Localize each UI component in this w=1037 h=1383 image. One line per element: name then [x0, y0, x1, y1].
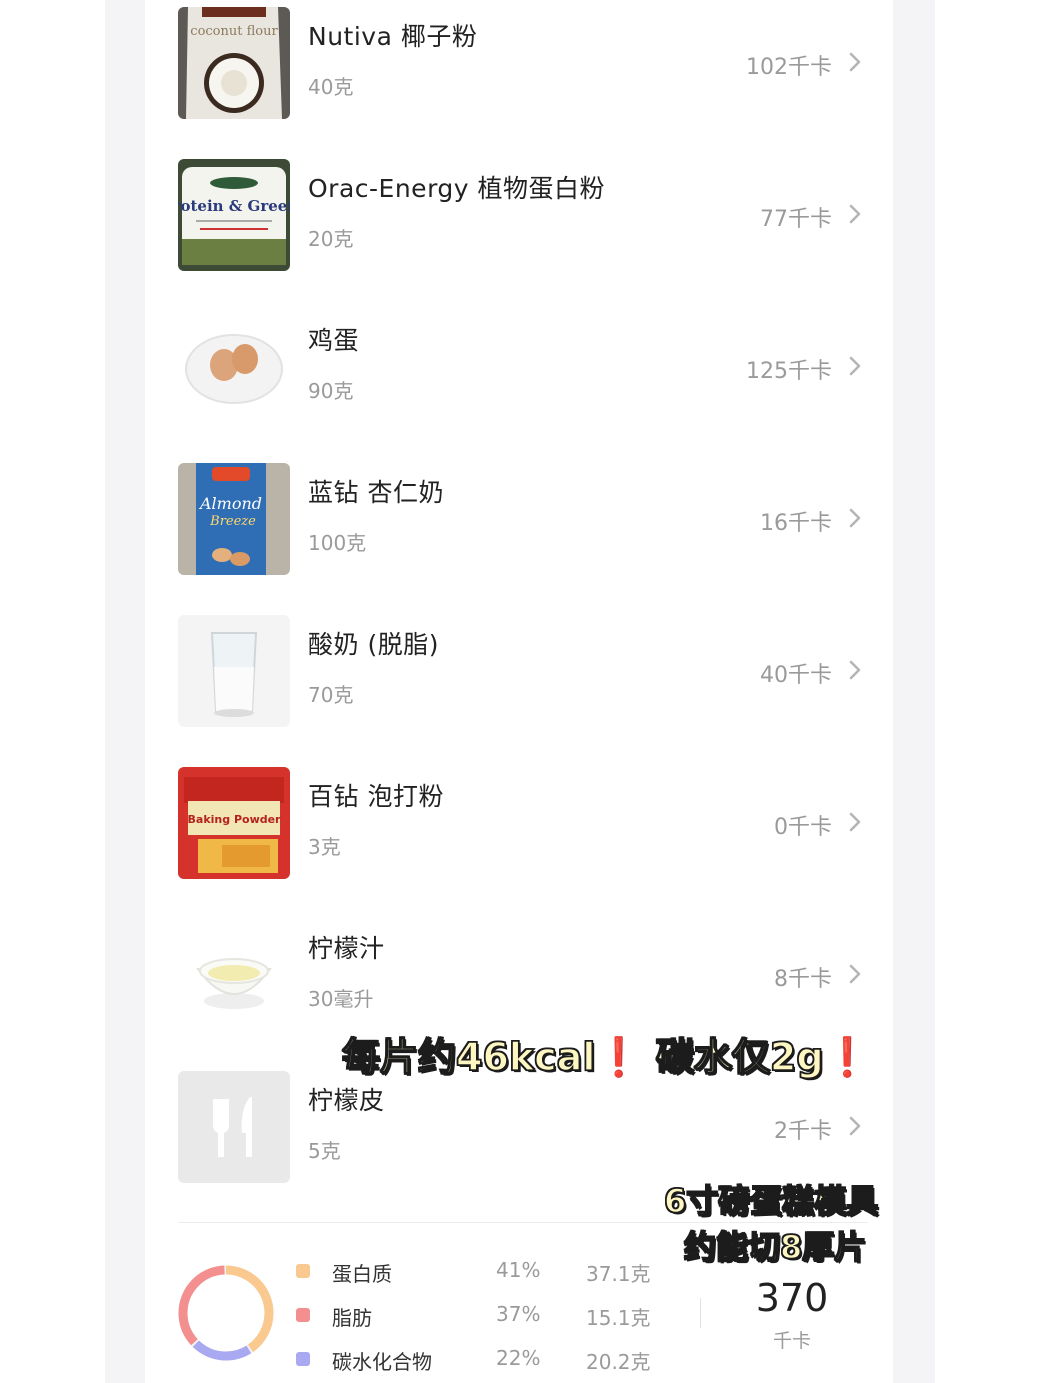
macro-grams: 20.2克	[586, 1350, 651, 1374]
svg-text:coconut flour: coconut flour	[190, 24, 278, 39]
overlay-slice-count: 约能切8厚片	[683, 1227, 867, 1267]
macro-percent: 37%	[496, 1302, 541, 1326]
baking-powder-thumbnail: Baking Powder	[178, 767, 290, 879]
food-amount: 100克	[308, 531, 367, 555]
food-name: 鸡蛋	[308, 326, 360, 355]
summary-divider	[178, 1222, 868, 1223]
total-calories-unit: 千卡	[772, 1330, 811, 1352]
left-gutter	[105, 0, 145, 1383]
macro-row-fat: 脂肪 37% 15.1克	[296, 1301, 696, 1331]
food-amount: 5克	[308, 1139, 341, 1163]
food-name: 百钻 泡打粉	[308, 782, 444, 811]
macro-name: 脂肪	[332, 1306, 372, 1330]
food-name: 柠檬皮	[308, 1086, 385, 1115]
food-row-lemon-zest[interactable]: 柠檬皮 5克 2千卡	[178, 1071, 868, 1183]
protein-powder-thumbnail: Protein & Greens	[178, 159, 290, 271]
food-calories: 40千卡	[760, 663, 832, 688]
food-row-coconut-flour[interactable]: coconut flour Nutiva 椰子粉 40克 102千卡	[178, 7, 868, 119]
macro-percent: 22%	[496, 1346, 541, 1370]
overlay-mold-size: 6寸磅蛋糕模具	[663, 1181, 879, 1221]
food-amount: 40克	[308, 75, 354, 99]
macro-donut-chart	[178, 1265, 274, 1361]
macro-name: 蛋白质	[332, 1262, 392, 1286]
food-amount: 30毫升	[308, 987, 374, 1011]
svg-text:Breeze: Breeze	[209, 514, 256, 529]
svg-text:Baking Powder: Baking Powder	[188, 813, 282, 826]
food-amount: 70克	[308, 683, 354, 707]
food-name: Orac-Energy 植物蛋白粉	[308, 174, 606, 203]
eggs-thumbnail	[178, 311, 290, 423]
lemon-juice-thumbnail	[178, 919, 290, 1031]
food-name: 柠檬汁	[308, 934, 385, 963]
chevron-right-icon	[849, 1116, 861, 1136]
macro-row-protein: 蛋白质 41% 37.1克	[296, 1257, 696, 1287]
chevron-right-icon	[849, 356, 861, 376]
food-name: Nutiva 椰子粉	[308, 22, 478, 51]
exclamation-icon: ❗	[595, 1035, 643, 1079]
food-calories: 2千卡	[774, 1119, 832, 1144]
chevron-right-icon	[849, 660, 861, 680]
fat-color-swatch	[296, 1308, 310, 1322]
total-calories: 370	[755, 1276, 829, 1320]
yogurt-thumbnail	[178, 615, 290, 727]
svg-text:Protein & Greens: Protein & Greens	[178, 197, 290, 215]
macro-name: 碳水化合物	[332, 1350, 432, 1374]
macro-grams: 15.1克	[586, 1306, 651, 1330]
food-row-protein-powder[interactable]: Protein & Greens Orac-Energy 植物蛋白粉 20克 7…	[178, 159, 868, 271]
coconut-flour-thumbnail: coconut flour	[178, 7, 290, 119]
chevron-right-icon	[849, 204, 861, 224]
macro-row-carbs: 碳水化合物 22% 20.2克	[296, 1345, 696, 1375]
protein-color-swatch	[296, 1264, 310, 1278]
food-calories: 0千卡	[774, 815, 832, 840]
right-gutter	[893, 0, 935, 1383]
food-calories: 77千卡	[760, 207, 832, 232]
exclamation-icon: ❗	[823, 1035, 871, 1079]
food-amount: 20克	[308, 227, 354, 251]
chevron-right-icon	[849, 964, 861, 984]
chevron-right-icon	[849, 812, 861, 832]
food-row-yogurt[interactable]: 酸奶 (脱脂) 70克 40千卡	[178, 615, 868, 727]
macro-percent: 41%	[496, 1258, 541, 1282]
svg-text:Almond: Almond	[198, 494, 262, 513]
fork-knife-placeholder-icon	[178, 1071, 290, 1183]
food-calories: 102千卡	[746, 55, 832, 80]
food-calories: 16千卡	[760, 511, 832, 536]
food-row-baking-powder[interactable]: Baking Powder 百钻 泡打粉 3克 0千卡	[178, 767, 868, 879]
chevron-right-icon	[849, 52, 861, 72]
carb-color-swatch	[296, 1352, 310, 1366]
food-amount: 3克	[308, 835, 341, 859]
overlay-caption: 每片约46kcal❗ 碳水仅2g❗	[341, 1026, 871, 1081]
food-amount: 90克	[308, 379, 354, 403]
food-row-lemon-juice[interactable]: 柠檬汁 30毫升 8千卡	[178, 919, 868, 1031]
almond-milk-thumbnail: Almond Breeze	[178, 463, 290, 575]
food-calories: 8千卡	[774, 967, 832, 992]
caption-carbs: 碳水仅2g	[655, 1034, 824, 1080]
food-row-eggs[interactable]: 鸡蛋 90克 125千卡	[178, 311, 868, 423]
food-calories: 125千卡	[746, 359, 832, 384]
chevron-right-icon	[849, 508, 861, 528]
food-name: 酸奶 (脱脂)	[308, 630, 439, 659]
food-name: 蓝钻 杏仁奶	[308, 478, 444, 507]
caption-calories-per-slice: 每片约46kcal	[341, 1034, 596, 1080]
food-row-almond-milk[interactable]: Almond Breeze 蓝钻 杏仁奶 100克 16千卡	[178, 463, 868, 575]
macro-grams: 37.1克	[586, 1262, 651, 1286]
